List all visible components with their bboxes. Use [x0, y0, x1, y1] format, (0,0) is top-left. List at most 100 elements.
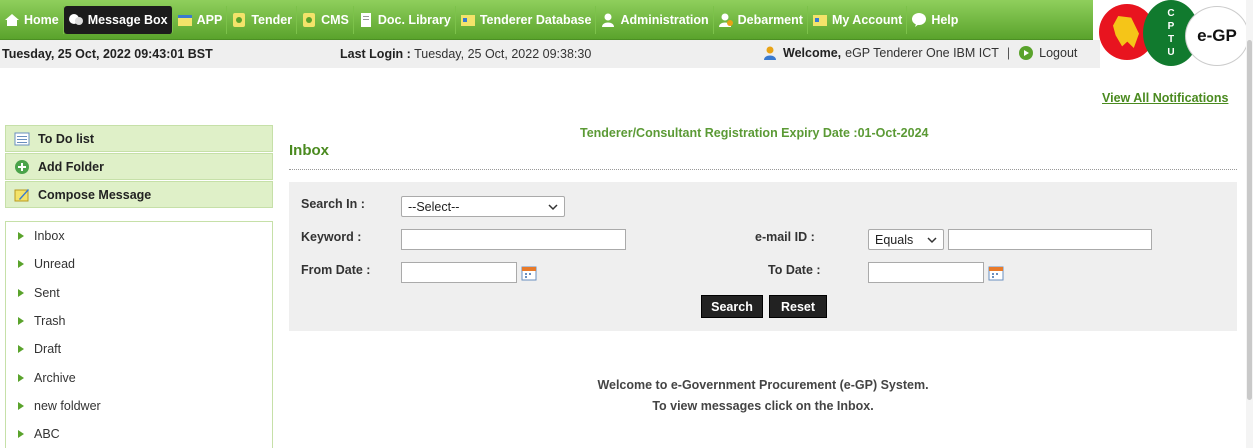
- folder-unread[interactable]: Unread: [6, 250, 272, 278]
- welcome-user: Welcome, eGP Tenderer One IBM ICT | Logo…: [762, 45, 1077, 61]
- arrow-right-icon: [16, 231, 26, 241]
- welcome-message-line: To view messages click on the Inbox.: [652, 399, 874, 413]
- nav-help-label: Help: [931, 13, 959, 27]
- cptu-letter: T: [1167, 34, 1175, 45]
- add-folder-icon: [14, 159, 30, 175]
- reset-button[interactable]: Reset: [769, 295, 827, 318]
- nav-administration[interactable]: Administration: [596, 6, 714, 34]
- nav-my-account-label: My Account: [831, 13, 903, 27]
- calendar-icon[interactable]: [521, 265, 537, 281]
- top-navigation-bar: Home Message Box APP Tender CMS Doc. Lib…: [0, 0, 1253, 40]
- nav-menu: Home Message Box APP Tender CMS Doc. Lib…: [0, 6, 962, 34]
- arrow-right-icon: [16, 401, 26, 411]
- from-date-input[interactable]: [401, 262, 517, 283]
- nav-app[interactable]: APP: [173, 6, 228, 34]
- page-title: Inbox: [289, 142, 329, 159]
- home-icon: [3, 12, 21, 28]
- nav-app-label: APP: [196, 13, 223, 27]
- folder-list: Inbox Unread Sent Trash Draft Archive ne…: [5, 221, 273, 448]
- folder-label: Archive: [34, 370, 76, 385]
- cptu-letter: P: [1167, 21, 1175, 32]
- welcome-message: Welcome to e-Government Procurement (e-G…: [289, 375, 1237, 417]
- last-login-label: Last Login :: [340, 47, 411, 61]
- email-id-input[interactable]: [948, 229, 1152, 250]
- nav-home[interactable]: Home: [0, 6, 64, 34]
- folder-label: ABC: [34, 427, 60, 442]
- add-folder-button[interactable]: Add Folder: [5, 153, 273, 180]
- title-divider: [289, 169, 1237, 170]
- nav-message-box[interactable]: Message Box: [63, 6, 173, 34]
- search-in-value: --Select--: [408, 199, 460, 214]
- nav-tender[interactable]: Tender: [227, 6, 298, 34]
- todo-list-label: To Do list: [38, 131, 95, 146]
- welcome-username: eGP Tenderer One IBM ICT: [845, 46, 999, 60]
- folder-abc[interactable]: ABC: [6, 420, 272, 448]
- sidebar-actions: To Do list Add Folder Compose Message: [5, 125, 273, 209]
- info-bar: Tuesday, 25 Oct, 2022 09:43:01 BST Last …: [0, 40, 1100, 68]
- folder-label: Inbox: [34, 229, 65, 244]
- cms-icon: [300, 12, 318, 28]
- user-icon: [599, 12, 617, 28]
- folder-label: Trash: [34, 314, 66, 329]
- egp-logo[interactable]: C P T U e-GP: [1093, 0, 1253, 100]
- compose-message-button[interactable]: Compose Message: [5, 181, 273, 208]
- nav-administration-label: Administration: [620, 13, 709, 27]
- document-icon: [357, 12, 375, 28]
- folder-draft[interactable]: Draft: [6, 335, 272, 363]
- keyword-input[interactable]: [401, 229, 626, 250]
- compose-icon: [14, 187, 30, 203]
- arrow-right-icon: [16, 288, 26, 298]
- folder-trash[interactable]: Trash: [6, 307, 272, 335]
- egp-text: e-GP: [1185, 6, 1249, 66]
- to-date-input[interactable]: [868, 262, 984, 283]
- registration-expiry: Tenderer/Consultant Registration Expiry …: [580, 126, 929, 140]
- folder-sent[interactable]: Sent: [6, 279, 272, 307]
- welcome-label: Welcome,: [783, 46, 842, 60]
- logout-icon[interactable]: [1018, 45, 1034, 61]
- view-all-notifications-link[interactable]: View All Notifications: [1102, 91, 1228, 105]
- add-folder-label: Add Folder: [38, 159, 104, 174]
- nav-tender-label: Tender: [251, 13, 293, 27]
- account-icon: [811, 12, 829, 28]
- last-login-value: Tuesday, 25 Oct, 2022 09:38:30: [414, 47, 592, 61]
- nav-cms[interactable]: CMS: [297, 6, 354, 34]
- folder-label: Unread: [34, 257, 75, 272]
- search-in-select[interactable]: --Select--: [401, 196, 565, 217]
- folder-new-foldwer[interactable]: new foldwer: [6, 392, 272, 420]
- nav-doc-library-label: Doc. Library: [377, 13, 451, 27]
- last-login: Last Login : Tuesday, 25 Oct, 2022 09:38…: [340, 47, 591, 61]
- nav-my-account[interactable]: My Account: [808, 6, 908, 34]
- folder-label: Sent: [34, 285, 60, 300]
- current-datetime: Tuesday, 25 Oct, 2022 09:43:01 BST: [2, 47, 213, 61]
- from-date-label: From Date :: [301, 263, 371, 277]
- nav-help[interactable]: Help: [907, 6, 962, 34]
- welcome-message-line: Welcome to e-Government Procurement (e-G…: [597, 378, 929, 392]
- todo-list-button[interactable]: To Do list: [5, 125, 273, 152]
- search-button[interactable]: Search: [701, 295, 763, 318]
- folder-archive[interactable]: Archive: [6, 363, 272, 391]
- arrow-right-icon: [16, 316, 26, 326]
- message-icon: [67, 12, 85, 28]
- nav-doc-library[interactable]: Doc. Library: [354, 6, 456, 34]
- search-in-label: Search In :: [301, 197, 365, 211]
- search-panel: Search In : --Select-- Keyword : e-mail …: [289, 182, 1237, 331]
- nav-cms-label: CMS: [321, 13, 349, 27]
- email-operator-value: Equals: [875, 232, 914, 247]
- app-icon: [176, 12, 194, 28]
- calendar-icon[interactable]: [988, 265, 1004, 281]
- keyword-label: Keyword :: [301, 230, 362, 244]
- folder-inbox[interactable]: Inbox: [6, 222, 272, 250]
- cptu-letter: U: [1167, 47, 1175, 58]
- cptu-letter: C: [1167, 8, 1175, 19]
- to-date-label: To Date :: [768, 263, 821, 277]
- logout-link[interactable]: Logout: [1039, 46, 1077, 60]
- nav-tenderer-database[interactable]: Tenderer Database: [456, 6, 597, 34]
- compose-message-label: Compose Message: [38, 187, 152, 202]
- nav-message-box-label: Message Box: [87, 13, 168, 27]
- folder-label: new foldwer: [34, 398, 101, 413]
- scrollbar-thumb[interactable]: [1247, 40, 1252, 400]
- nav-debarment[interactable]: Debarment: [714, 6, 808, 34]
- arrow-right-icon: [16, 429, 26, 439]
- debarment-icon: [717, 12, 735, 28]
- email-operator-select[interactable]: Equals: [868, 229, 944, 250]
